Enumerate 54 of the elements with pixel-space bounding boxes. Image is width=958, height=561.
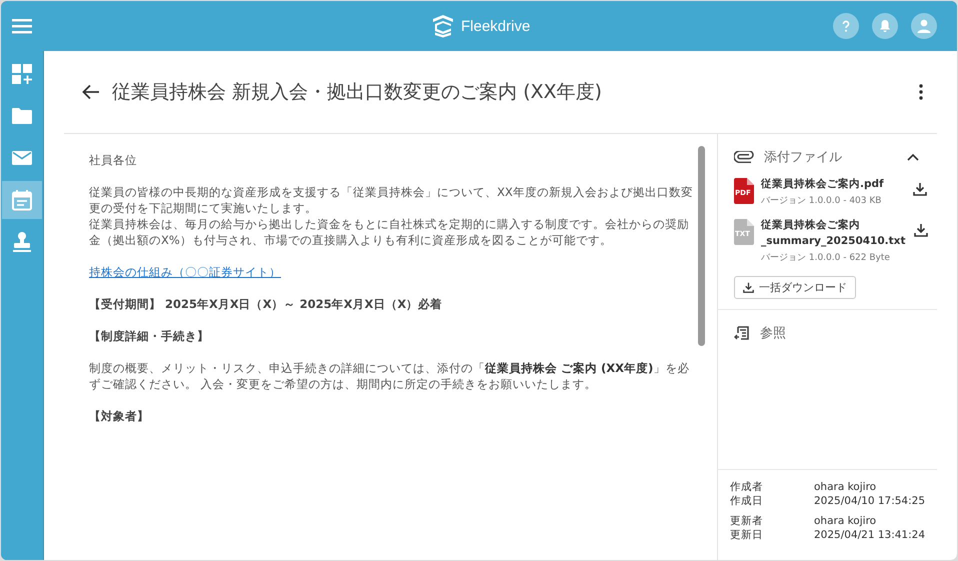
- scrollbar[interactable]: [698, 146, 705, 346]
- file-version: バージョン 1.0.0.0 - 403 KB: [761, 195, 882, 207]
- bell-icon: [878, 19, 892, 33]
- info-label: 作成者: [730, 480, 764, 494]
- download-button[interactable]: [912, 221, 930, 239]
- logo-icon: [431, 14, 455, 38]
- chevron-up-icon: [907, 153, 919, 161]
- sidebar-item[interactable]: [2, 181, 42, 219]
- section-heading: 【受付期間】 2025年X月X日（X）～ 2025年X月X日（X）必着: [89, 296, 444, 312]
- file-name[interactable]: 従業員持株会ご案内.pdf: [761, 176, 904, 192]
- stamp-icon: [12, 231, 32, 253]
- page-title: 従業員持株会 新規入会・拠出口数変更のご案内 (XX年度): [112, 80, 603, 105]
- collapse-button[interactable]: [905, 151, 921, 163]
- user-icon: [916, 18, 932, 34]
- brand-name: Fleekdrive: [461, 18, 530, 34]
- bulk-download-button[interactable]: 一括ダウンロード: [734, 276, 856, 299]
- notifications-button[interactable]: [872, 13, 898, 39]
- folder-icon: [11, 107, 33, 125]
- reference-icon: [734, 325, 750, 341]
- section-heading: 【制度詳細・手続き】: [89, 328, 210, 344]
- site-link[interactable]: 持株会の仕組み（〇〇証券サイト）: [89, 265, 281, 279]
- more-button[interactable]: [917, 82, 925, 102]
- info-label: 作成日: [730, 494, 764, 508]
- info-value: 2025/04/21 13:41:24: [814, 528, 925, 542]
- download-icon: [913, 182, 927, 196]
- account-button[interactable]: [911, 13, 937, 39]
- mail-icon: [11, 150, 33, 166]
- section-heading: 【対象者】: [89, 408, 150, 424]
- pdf-file-icon: [734, 178, 754, 204]
- info-value: ohara kojiro: [814, 480, 876, 494]
- paperclip-icon: [734, 151, 754, 163]
- body-text: 従業員の皆様の中長期的な資産形成を支援する「従業員持株会」について、XX年度の新規入会および拠出口数変更の受付を下記期間にて実施いたします。: [89, 184, 694, 216]
- dashboard-add-icon: [11, 63, 33, 85]
- info-value: ohara kojiro: [814, 514, 876, 528]
- references-title: 参照: [760, 325, 787, 342]
- download-button[interactable]: [911, 180, 929, 198]
- more-vertical-icon: [919, 84, 923, 100]
- info-value: 2025/04/10 17:54:25: [814, 494, 925, 508]
- back-arrow-icon: [82, 84, 100, 100]
- menu-icon: [12, 18, 32, 34]
- body-text: 社員各位: [89, 152, 138, 168]
- attachments-title: 添付ファイル: [764, 149, 843, 166]
- file-name[interactable]: 従業員持株会ご案内_summary_20250410.txt: [761, 217, 906, 249]
- file-version: バージョン 1.0.0.0 - 622 Byte: [761, 252, 891, 264]
- info-label: 更新者: [730, 514, 764, 528]
- info-label: 更新日: [730, 528, 764, 542]
- download-icon: [743, 282, 754, 293]
- calendar-icon: [11, 189, 33, 211]
- back-button[interactable]: [80, 82, 102, 102]
- text-file-icon: [734, 219, 754, 245]
- help-button[interactable]: [833, 13, 859, 39]
- body-text: 制度の概要、メリット・リスク、申込手続きの詳細については、添付の「従業員持株会 ご案内 (XX年度)」を必ずご確認ください。 入会・変更をご希望の方は、期間内に所定の手続きをお願いいたします。: [89, 360, 690, 392]
- body-text: 従業員持株会は、毎月の給与から拠出した資金をもとに自社株式を定期的に購入する制度です。会社からの奨励金（拠出額のX%）も付与され、市場での直接購入よりも有利に資産形成を図ることが可能です。: [89, 216, 690, 248]
- download-icon: [914, 223, 928, 237]
